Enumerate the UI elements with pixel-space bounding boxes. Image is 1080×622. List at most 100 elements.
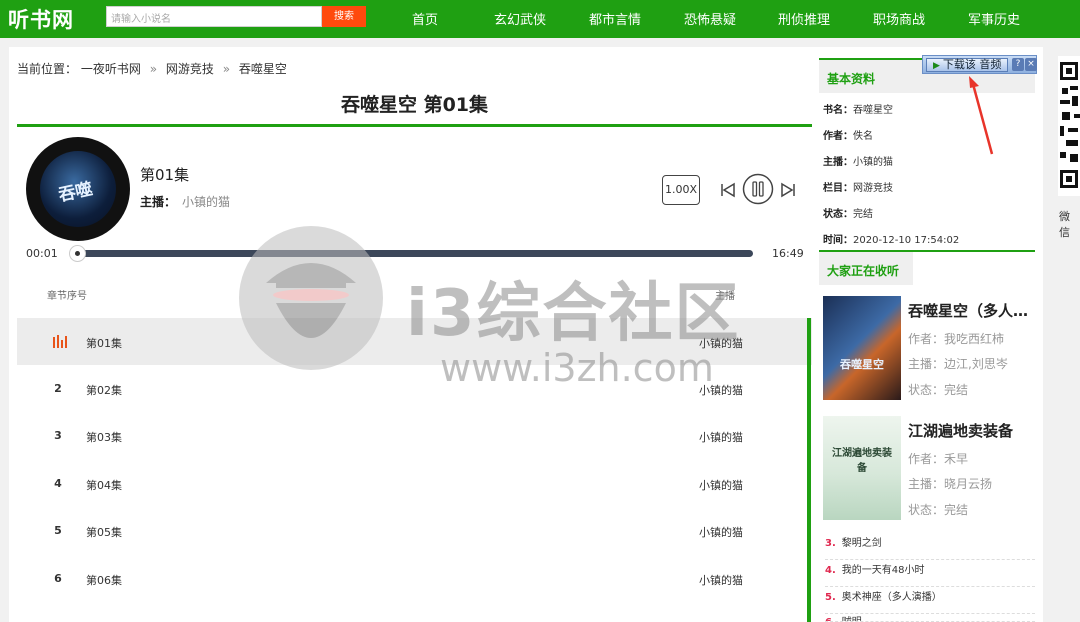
watermark-url: www.i3zh.com (440, 346, 714, 390)
meta-value: 晓月云扬 (944, 477, 993, 491)
site-logo[interactable]: 听书网 (8, 4, 74, 34)
meta-label: 状态： (908, 503, 945, 517)
nav-fantasy[interactable]: 玄幻武侠 (494, 9, 546, 28)
book-cover-text: 吞噬星空 (840, 358, 884, 371)
section-accent-line (807, 318, 811, 622)
episode-name: 第02集 (86, 384, 122, 397)
nav-detective[interactable]: 刑侦推理 (778, 9, 830, 28)
episode-host: 小镇的猫 (699, 574, 743, 587)
episode-name: 第03集 (86, 431, 122, 444)
breadcrumb-category[interactable]: 网游竞技 (166, 62, 214, 76)
nav-military[interactable]: 军事历史 (968, 9, 1020, 28)
breadcrumb-separator: » (222, 62, 231, 76)
rank-item[interactable]: 3. 黎明之剑 (825, 533, 1035, 560)
breadcrumb: 当前位置： 一夜听书网 » 网游竞技 » 吞噬星空 (17, 60, 287, 77)
book-title[interactable]: 江湖遍地卖装备 (908, 420, 1013, 441)
meta-label: 主播： (908, 477, 945, 491)
playback-speed-button[interactable]: 1.00X (662, 175, 700, 205)
help-icon[interactable]: ? (1012, 58, 1024, 71)
nav-urban[interactable]: 都市言情 (589, 9, 641, 28)
book-cover[interactable]: 吞噬星空 (823, 296, 901, 400)
search-button[interactable]: 搜索 (322, 6, 366, 27)
nav-horror[interactable]: 恐怖悬疑 (684, 9, 736, 28)
qr-code (1058, 56, 1080, 196)
episode-row[interactable]: 4 第04集 小镇的猫 (17, 460, 812, 507)
rank-title: 奥术神座（多人演播） (841, 592, 942, 603)
meta-value: 完结 (944, 383, 969, 397)
info-status: 状态：完结 (823, 205, 873, 220)
meta-label: 作者： (908, 332, 945, 346)
episode-index: 3 (54, 429, 62, 442)
progress-bar[interactable] (77, 250, 753, 257)
pause-icon[interactable] (742, 173, 774, 205)
book-title[interactable]: 吞噬星空（多人… (908, 300, 1028, 321)
nav-business[interactable]: 职场商战 (873, 9, 925, 28)
info-label: 时间： (823, 235, 853, 246)
episode-name: 第04集 (86, 479, 122, 492)
episode-host: 小镇的猫 (699, 526, 743, 539)
info-column: 栏目：网游竞技 (823, 179, 893, 194)
progress-handle[interactable] (69, 245, 86, 262)
search-input[interactable]: 请输入小说名 (106, 6, 322, 27)
top-navigation-bar: 听书网 请输入小说名 搜索 首页 玄幻武侠 都市言情 恐怖悬疑 刑侦推理 职场商… (0, 0, 1080, 38)
info-value: 完结 (853, 209, 873, 220)
next-track-icon[interactable] (779, 181, 797, 199)
info-label: 状态： (823, 209, 853, 220)
episode-index: 6 (54, 572, 62, 585)
book-author: 作者：我吃西红柿 (908, 330, 1004, 347)
title-divider (17, 124, 812, 127)
book-status: 状态：完结 (908, 501, 968, 518)
info-value: 佚名 (853, 131, 873, 142)
rank-title: 我的一天有48小时 (841, 565, 925, 576)
rank-number: 4. (825, 565, 836, 576)
episode-title: 第01集 (140, 166, 190, 184)
info-value: 2020-12-10 17:54:02 (853, 235, 960, 246)
meta-value: 完结 (944, 503, 969, 517)
red-arrow-annotation (969, 76, 994, 155)
watermark-title: i3综合社区 (406, 277, 741, 351)
download-audio-button[interactable]: ▶ 下载该 音频 (926, 58, 1008, 72)
album-cover-disc: 吞噬 (26, 137, 130, 241)
rank-number: 3. (825, 538, 836, 549)
info-label: 栏目： (823, 183, 853, 194)
close-icon[interactable]: × (1025, 58, 1037, 71)
total-time: 16:49 (772, 247, 804, 260)
book-cover-text: 江湖遍地卖装备 (832, 448, 892, 474)
episode-row[interactable]: 5 第05集 小镇的猫 (17, 507, 812, 554)
info-value[interactable]: 网游竞技 (853, 183, 893, 194)
current-time: 00:01 (26, 247, 58, 260)
nav-home[interactable]: 首页 (412, 9, 438, 28)
breadcrumb-home[interactable]: 一夜听书网 (81, 62, 141, 76)
episode-name: 第05集 (86, 526, 122, 539)
episode-index: 2 (54, 382, 62, 395)
info-label: 主播： (823, 157, 853, 168)
rank-item[interactable]: 6. 贼明 (825, 612, 1035, 622)
previous-track-icon[interactable] (719, 181, 737, 199)
meta-label: 作者： (908, 452, 945, 466)
rank-number: 5. (825, 592, 836, 603)
book-author: 作者：禾早 (908, 450, 968, 467)
rank-title: 黎明之剑 (841, 538, 882, 549)
episode-name: 第01集 (86, 337, 122, 350)
episode-row[interactable]: 3 第03集 小镇的猫 (17, 412, 812, 459)
album-cover-logo: 吞噬 (56, 179, 95, 206)
popular-tab: 大家正在收听 (819, 252, 913, 285)
episode-row[interactable]: 6 第06集 小镇的猫 (17, 555, 812, 602)
rank-item[interactable]: 4. 我的一天有48小时 (825, 560, 1035, 587)
episode-name: 第06集 (86, 574, 122, 587)
qr-label: 微信 (1059, 210, 1070, 239)
now-playing-icon (53, 335, 67, 348)
qr-code-pattern (1060, 62, 1080, 188)
host-label: 主播： (140, 195, 177, 209)
download-label: 下载该 音频 (942, 58, 1002, 71)
host-name: 小镇的猫 (182, 195, 231, 209)
info-label: 书名： (823, 105, 853, 116)
info-book: 书名：吞噬星空 (823, 101, 893, 116)
info-label: 作者： (823, 131, 853, 142)
info-value: 吞噬星空 (853, 105, 893, 116)
watermark-logo-icon (239, 226, 383, 370)
breadcrumb-book[interactable]: 吞噬星空 (239, 62, 287, 76)
rank-item[interactable]: 5. 奥术神座（多人演播） (825, 587, 1035, 614)
episode-host: 小镇的猫 (699, 431, 743, 444)
book-cover[interactable]: 江湖遍地卖装备 (823, 416, 901, 520)
